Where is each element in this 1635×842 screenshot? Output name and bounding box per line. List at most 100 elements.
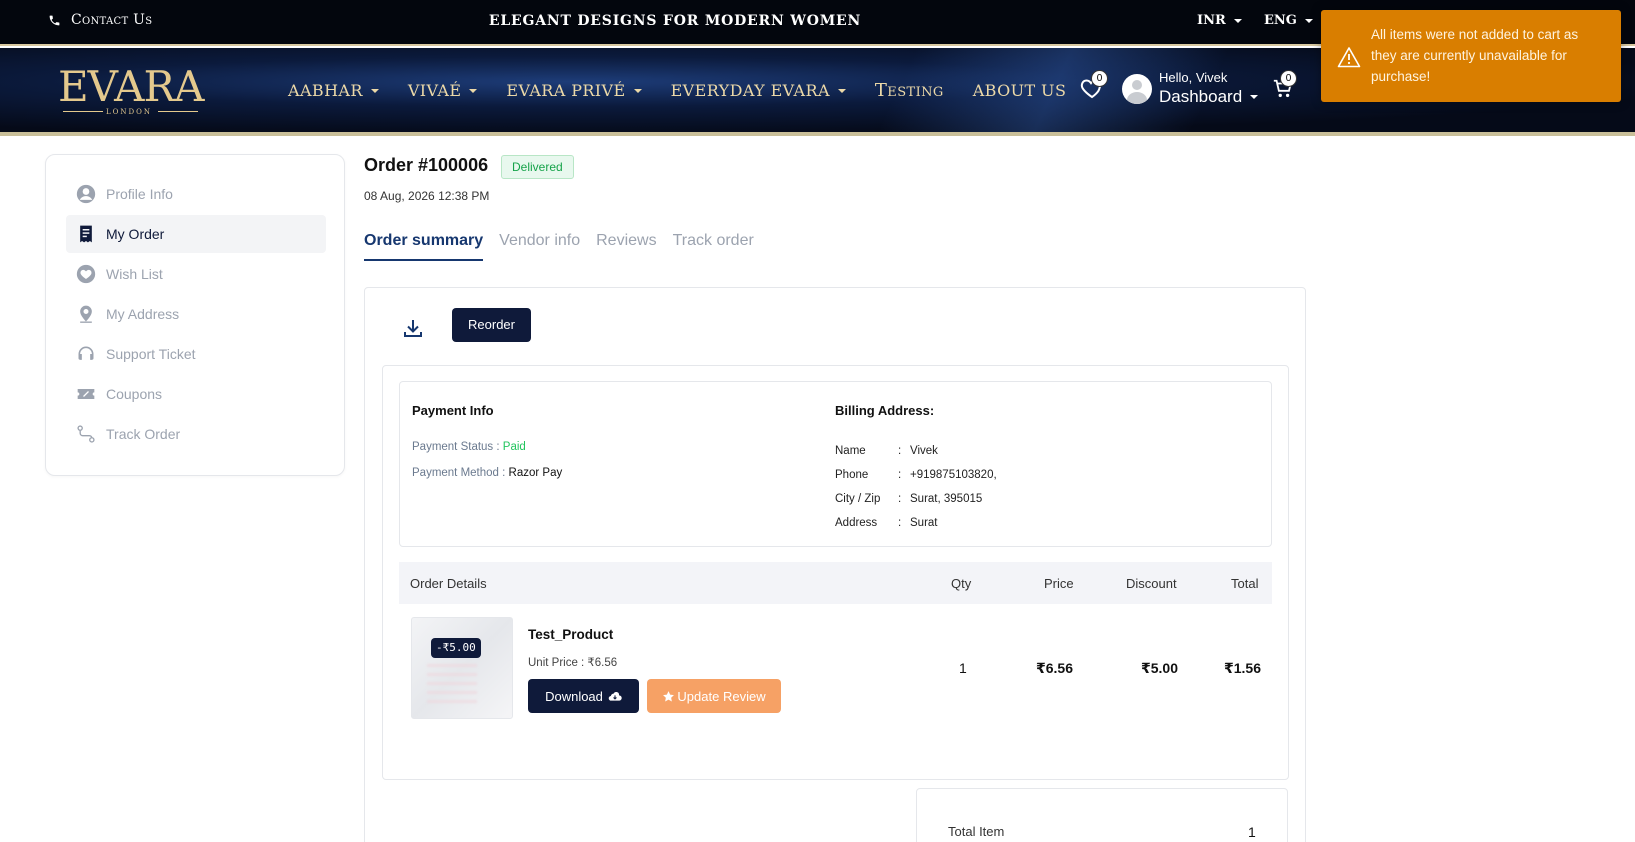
wishlist-count-badge: 0 (1091, 70, 1108, 87)
chevron-down-icon (633, 88, 642, 93)
nav-item-label: VIVAÉ (407, 81, 462, 100)
chevron-down-icon (370, 88, 379, 93)
currency-label: INR (1197, 13, 1226, 28)
sidebar-item-label: My Address (106, 306, 180, 322)
nav-menu: AABHAR VIVAÉ EVARA PRIVÉ EVERYDAY EVARA … (288, 80, 1095, 101)
chevron-down-icon (1233, 18, 1242, 23)
account-sidebar: Profile Info My Order Wish List My Addre… (45, 154, 345, 476)
nav-item-label: AABHAR (288, 81, 363, 100)
nav-item-testing[interactable]: Testing (875, 80, 944, 101)
billing-row-address: Address: Surat (835, 517, 938, 529)
payment-status-label: Payment Status : (412, 441, 500, 453)
sidebar-item-track-order[interactable]: Track Order (66, 415, 326, 453)
cart-count-badge: 0 (1280, 70, 1297, 87)
chevron-down-icon (837, 88, 846, 93)
download-invoice-icon[interactable] (400, 317, 426, 341)
item-discount: ₹5.00 (1141, 660, 1178, 676)
toast-message: All items were not added to cart as they… (1371, 27, 1579, 84)
item-price: ₹6.56 (1036, 660, 1073, 676)
sidebar-item-label: Coupons (106, 386, 163, 402)
order-tabs: Order summary Vendor info Reviews Track … (364, 232, 754, 261)
warning-toast[interactable]: All items were not added to cart as they… (1321, 10, 1621, 102)
nav-item-evara-prive[interactable]: EVARA PRIVÉ (506, 81, 642, 100)
payment-status-row: Payment Status : Paid (412, 441, 526, 453)
headset-icon (78, 346, 94, 360)
logo-rule-right (158, 111, 198, 112)
chevron-down-icon (1250, 95, 1259, 99)
billing-row-city-zip: City / Zip: Surat, 395015 (835, 493, 983, 505)
language-selector[interactable]: ENG (1264, 13, 1313, 28)
billing-key: Name (835, 445, 866, 457)
tab-vendor-info[interactable]: Vendor info (499, 232, 580, 261)
billing-address-heading: Billing Address: (835, 403, 935, 418)
product-thumbnail[interactable] (411, 617, 513, 719)
tab-reviews[interactable]: Reviews (596, 232, 656, 261)
sidebar-item-label: Support Ticket (106, 346, 196, 362)
wishlist-button[interactable]: 0 (1080, 70, 1108, 102)
language-label: ENG (1264, 13, 1297, 28)
sidebar-item-my-address[interactable]: My Address (66, 295, 326, 333)
billing-key: Phone (835, 469, 869, 481)
billing-value: Vivek (910, 445, 938, 457)
cart-button[interactable]: 0 (1272, 70, 1297, 102)
unit-price: Unit Price : ₹6.56 (528, 657, 618, 669)
billing-key: Address (835, 517, 878, 529)
header-total: Total (1231, 576, 1259, 591)
sidebar-item-label: My Order (106, 226, 165, 242)
warning-icon (1337, 47, 1361, 68)
nav-item-about-us[interactable]: ABOUT US (973, 81, 1067, 100)
payment-info-heading: Payment Info (412, 403, 494, 418)
dashboard-label: Dashboard (1159, 87, 1243, 106)
payment-method-label: Payment Method : (412, 467, 506, 479)
download-label: Download (545, 688, 603, 704)
update-review-label: Update Review (677, 688, 766, 704)
logo-subtitle: LONDON (106, 108, 152, 116)
header-discount: Discount (1126, 576, 1177, 591)
logo-wordmark: EVARA (58, 62, 204, 111)
sidebar-item-label: Track Order (106, 426, 181, 442)
nav-item-vivae[interactable]: VIVAÉ (408, 81, 478, 100)
order-date: 08 Aug, 2026 12:38 PM (364, 189, 490, 203)
star-icon (663, 690, 675, 701)
map-pin-icon (80, 305, 92, 323)
billing-value: Surat (910, 517, 938, 529)
sidebar-item-label: Wish List (106, 266, 163, 282)
total-item-value: 1 (1248, 824, 1256, 840)
route-icon (77, 425, 95, 443)
tab-track-order[interactable]: Track order (673, 232, 754, 261)
sidebar-item-support-ticket[interactable]: Support Ticket (66, 335, 326, 373)
nav-item-label: Testing (874, 80, 944, 101)
order-title: Order #100006 (364, 155, 489, 175)
reorder-button[interactable]: Reorder (452, 308, 531, 342)
billing-value: +919875103820, (910, 469, 997, 481)
sidebar-item-profile-info[interactable]: Profile Info (66, 175, 326, 213)
nav-item-everyday-evara[interactable]: EVERYDAY EVARA (671, 81, 846, 100)
billing-key: City / Zip (835, 493, 881, 505)
chevron-down-icon (469, 88, 478, 93)
update-review-button[interactable]: Update Review (647, 679, 781, 713)
product-name[interactable]: Test_Product (528, 627, 613, 642)
chevron-down-icon (1304, 18, 1313, 23)
header-order-details: Order Details (410, 576, 487, 591)
tab-order-summary[interactable]: Order summary (364, 232, 484, 261)
billing-row-phone: Phone: +919875103820, (835, 469, 997, 481)
payment-status-value: Paid (502, 441, 526, 453)
receipt-icon (80, 225, 92, 243)
dashboard-dropdown[interactable]: Dashboard (1159, 87, 1259, 107)
billing-row-name: Name: Vivek (835, 445, 938, 457)
user-dashboard-menu[interactable]: Hello, Vivek Dashboard (1122, 70, 1259, 107)
user-greeting: Hello, Vivek (1159, 70, 1228, 85)
cloud-download-icon (608, 692, 622, 701)
brand-logo[interactable]: EVARA LONDON (58, 62, 218, 117)
download-button[interactable]: Download (528, 679, 639, 713)
status-badge: Delivered (501, 155, 574, 179)
sidebar-item-my-order[interactable]: My Order (66, 215, 326, 253)
currency-selector[interactable]: INR (1197, 13, 1242, 28)
nav-item-aabhar[interactable]: AABHAR (288, 81, 379, 100)
coupon-icon (77, 389, 95, 399)
total-item-label: Total Item (948, 824, 1005, 839)
sidebar-item-wish-list[interactable]: Wish List (66, 255, 326, 293)
logo-rule-left (63, 111, 103, 112)
sidebar-item-coupons[interactable]: Coupons (66, 375, 326, 413)
header-qty: Qty (951, 576, 972, 591)
